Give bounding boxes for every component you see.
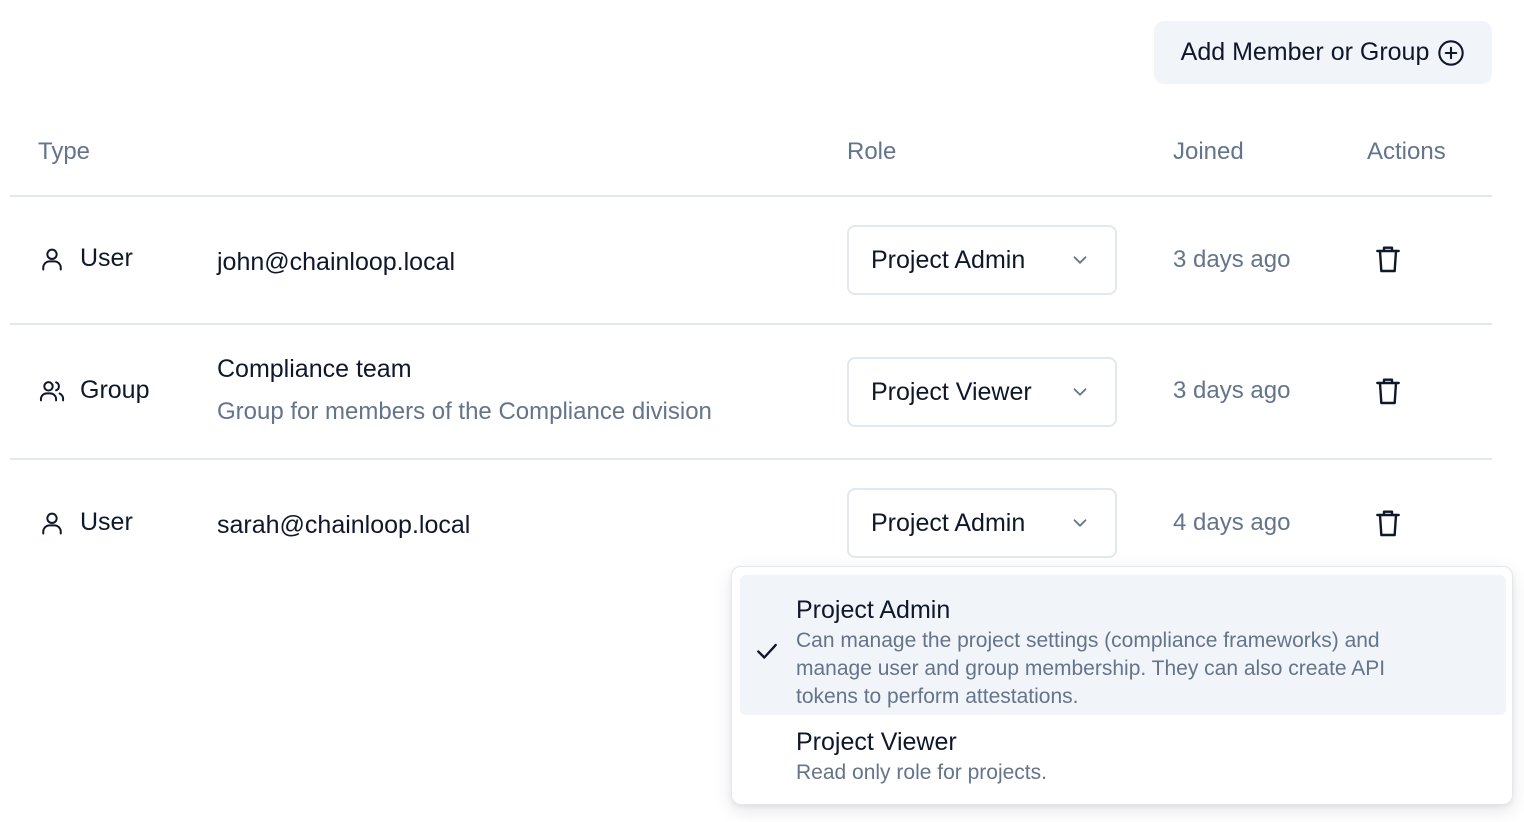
plus-circle-icon <box>1438 39 1465 66</box>
member-name: john@chainloop.local <box>217 248 456 276</box>
row-type: Group <box>38 376 149 405</box>
trash-icon[interactable] <box>1372 243 1404 275</box>
user-icon <box>42 248 62 270</box>
row-type-label: User <box>80 244 133 272</box>
role-select-value: Project Admin <box>871 508 1026 537</box>
row-type: User <box>38 508 133 537</box>
row-divider <box>10 458 1492 460</box>
trash-icon[interactable] <box>1372 375 1404 407</box>
member-name: sarah@chainloop.local <box>217 511 471 539</box>
group-description: Group for members of the Compliance divi… <box>217 398 712 425</box>
group-name: Compliance team <box>217 355 412 383</box>
users-icon <box>39 380 65 401</box>
row-type: User <box>38 244 133 273</box>
role-option-project-viewer[interactable]: Project Viewer Read only role for projec… <box>740 717 1506 797</box>
role-dropdown-menu: Project Admin Can manage the project set… <box>731 566 1513 805</box>
chevron-down-icon <box>1073 256 1087 264</box>
header-actions: Actions <box>1367 138 1446 165</box>
header-role: Role <box>847 138 897 165</box>
row-type-label: User <box>80 508 133 536</box>
header-divider <box>10 195 1492 197</box>
role-select-value: Project Admin <box>871 245 1026 274</box>
role-option-description: Can manage the project settings (complia… <box>796 629 1386 708</box>
trash-icon[interactable] <box>1372 507 1404 539</box>
role-select-value: Project Viewer <box>871 377 1032 406</box>
role-option-description: Read only role for projects. <box>796 761 1047 784</box>
role-select[interactable]: Project Viewer <box>847 357 1117 427</box>
header-type: Type <box>38 138 91 165</box>
joined-date: 4 days ago <box>1173 509 1291 536</box>
add-button-label: Add Member or Group <box>1180 38 1430 66</box>
members-page: Add Member or Group Type Role Joined Act… <box>0 0 1524 822</box>
joined-date: 3 days ago <box>1173 246 1291 273</box>
role-option-title: Project Viewer <box>796 728 957 756</box>
joined-date: 3 days ago <box>1173 377 1291 404</box>
check-icon <box>757 643 777 659</box>
header-joined: Joined <box>1173 138 1244 165</box>
chevron-down-icon <box>1073 388 1087 396</box>
chevron-down-icon <box>1073 519 1087 527</box>
role-select[interactable]: Project Admin <box>847 225 1117 295</box>
row-divider <box>10 323 1492 325</box>
role-option-project-admin[interactable]: Project Admin Can manage the project set… <box>740 575 1506 715</box>
role-select[interactable]: Project Admin <box>847 488 1117 558</box>
user-icon <box>42 512 62 534</box>
role-option-title: Project Admin <box>796 596 951 624</box>
add-member-or-group-button[interactable]: Add Member or Group <box>1154 21 1492 84</box>
row-type-label: Group <box>80 376 150 404</box>
